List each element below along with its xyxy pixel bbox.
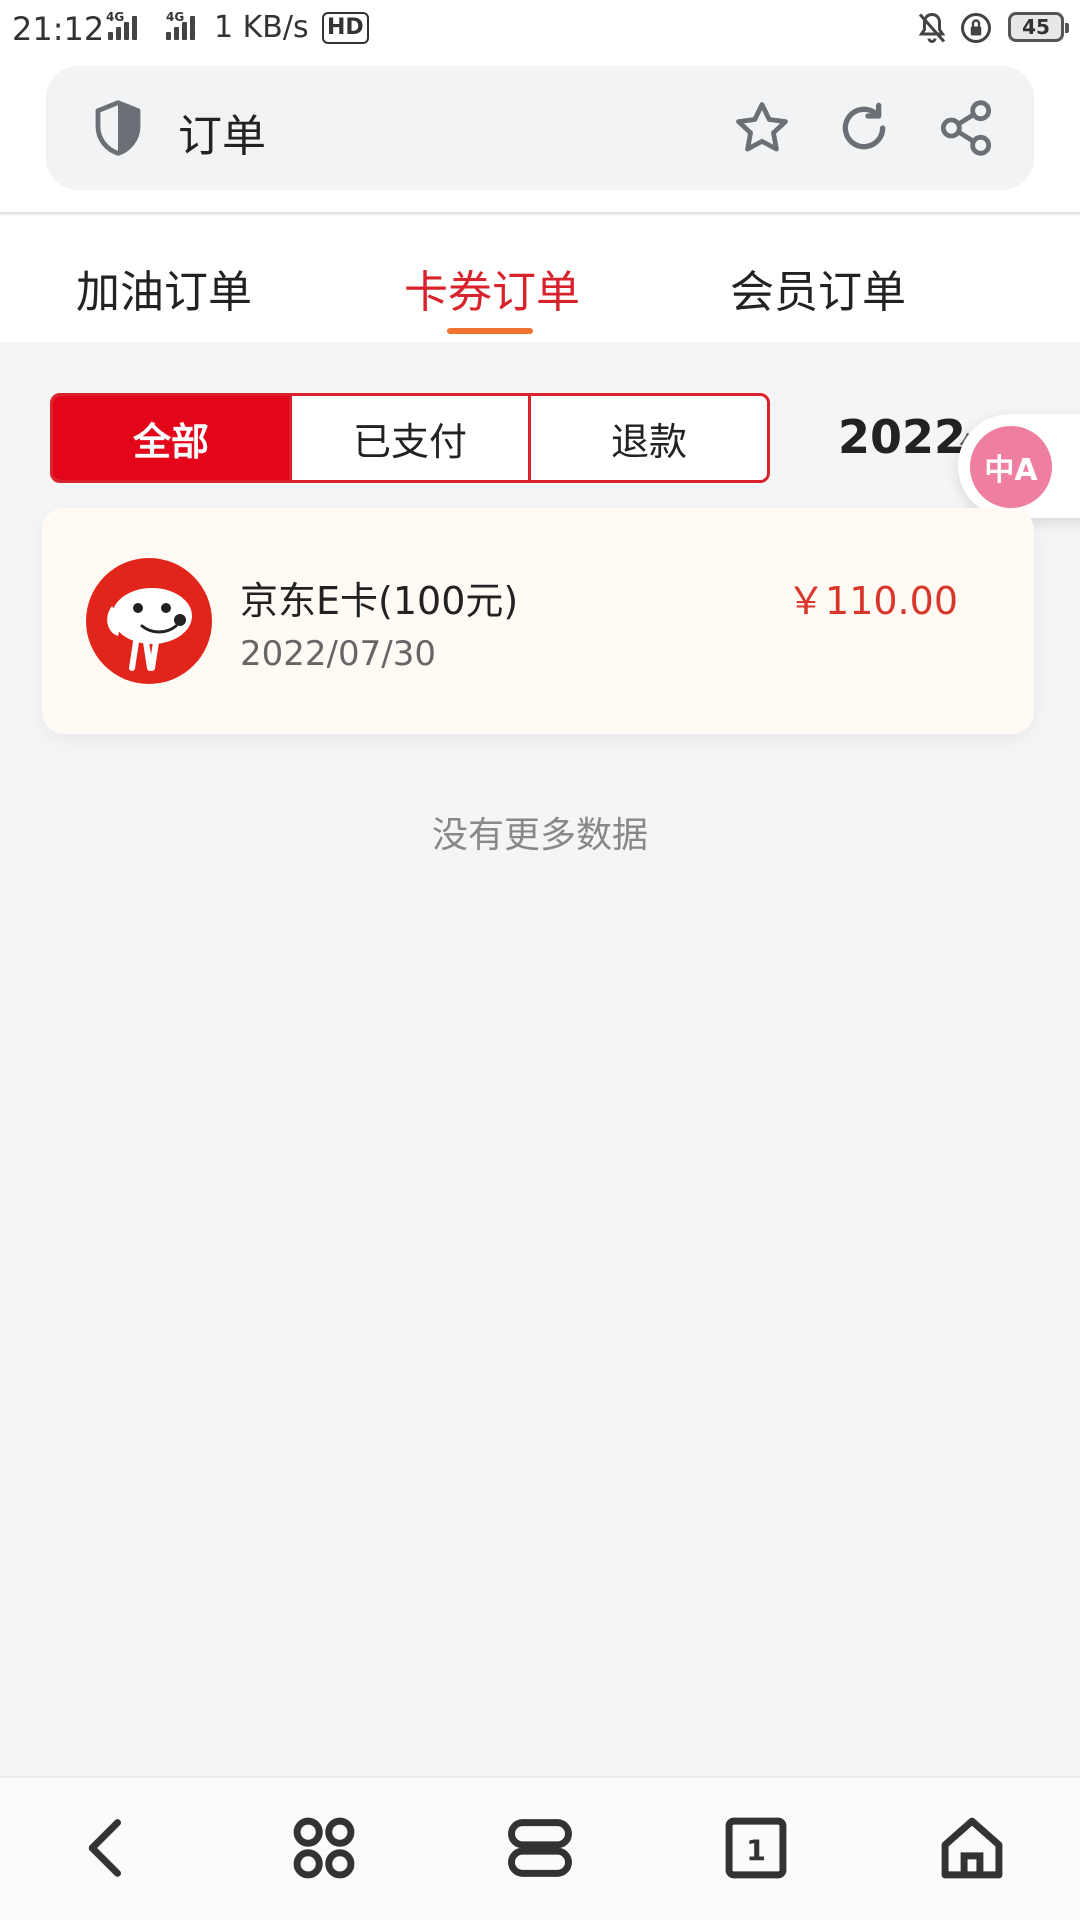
active-tab-indicator <box>447 328 533 334</box>
order-card[interactable]: 京东E卡(100元) 2022/07/30 ￥110.00 <box>42 508 1034 734</box>
filter-refund-button[interactable]: 退款 <box>528 396 767 480</box>
status-bar: 21:12 4G 4G 1 KB/s HD 45 <box>0 0 1080 58</box>
filter-all-button[interactable]: 全部 <box>53 396 289 480</box>
browser-toolbar: 订单 <box>0 58 1080 214</box>
hd-icon: HD <box>322 12 369 44</box>
translate-icon: 中A <box>970 426 1052 508</box>
status-time: 21:12 <box>12 10 105 48</box>
address-bar[interactable]: 订单 <box>46 66 1034 190</box>
tab-card-orders[interactable]: 卡券订单 <box>404 256 580 320</box>
signal-icon-2: 4G <box>158 10 202 40</box>
order-title: 京东E卡(100元) <box>240 579 519 623</box>
home-icon[interactable] <box>932 1808 1012 1888</box>
signal-icon: 4G <box>106 10 140 40</box>
network-speed: 1 KB/s <box>214 10 309 45</box>
page-title: 订单 <box>178 111 266 162</box>
shield-icon[interactable] <box>86 96 150 160</box>
jd-dog-logo-icon <box>86 558 212 684</box>
list-end-text: 没有更多数据 <box>431 815 648 856</box>
windows-icon[interactable] <box>500 1808 580 1888</box>
bottom-nav: 1 <box>0 1776 1080 1920</box>
star-icon[interactable] <box>730 96 794 160</box>
order-date: 2022/07/30 <box>240 634 436 674</box>
tab-member-orders[interactable]: 会员订单 <box>730 256 906 320</box>
rotation-lock-icon <box>961 13 991 43</box>
order-price: ￥110.00 <box>787 579 958 623</box>
bell-muted-icon <box>918 12 946 43</box>
tabs-count-icon[interactable]: 1 <box>716 1808 796 1888</box>
battery-icon: 45 <box>1008 12 1069 42</box>
translate-button[interactable]: 中A <box>958 414 1080 518</box>
status-filter: 全部 已支付 退款 <box>50 393 770 483</box>
refresh-icon[interactable] <box>832 96 896 160</box>
tabs-count: 1 <box>746 1835 766 1868</box>
menu-grid-icon[interactable] <box>284 1808 364 1888</box>
year-picker[interactable]: 2022 <box>838 410 966 464</box>
tab-fuel-orders[interactable]: 加油订单 <box>76 256 252 320</box>
order-type-tabs: 加油订单 卡券订单 会员订单 <box>0 216 1080 342</box>
share-icon[interactable] <box>934 96 998 160</box>
back-icon[interactable] <box>68 1808 148 1888</box>
filter-paid-button[interactable]: 已支付 <box>289 396 528 480</box>
